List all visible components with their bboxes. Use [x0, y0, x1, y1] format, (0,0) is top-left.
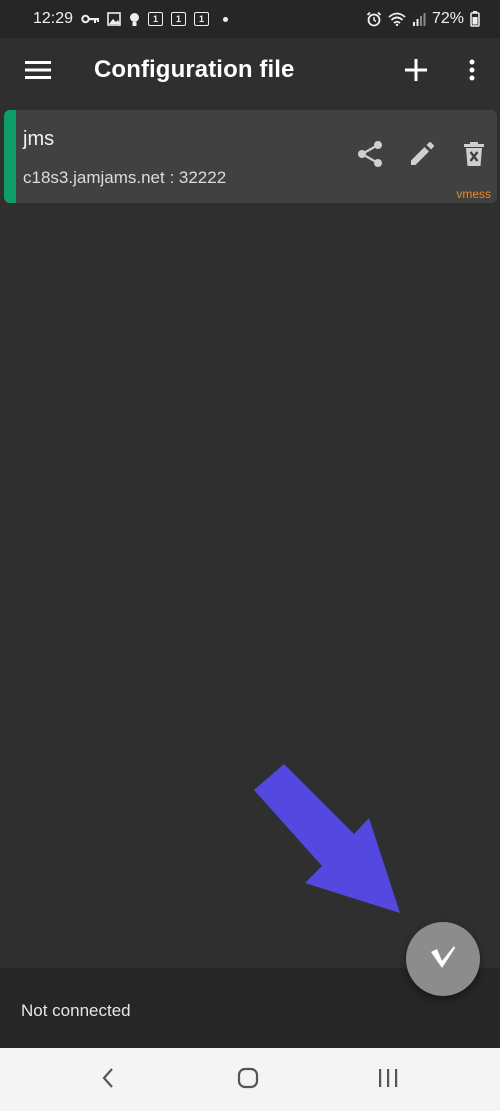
selected-indicator	[4, 110, 16, 203]
recents-icon	[377, 1068, 399, 1093]
status-bar: 12:29 1 1 1 72%	[0, 0, 500, 38]
back-icon	[101, 1067, 115, 1094]
key-icon	[81, 13, 100, 25]
back-button[interactable]	[88, 1060, 128, 1100]
signal-icon	[412, 12, 426, 26]
overflow-menu-button[interactable]	[450, 50, 494, 94]
wifi-icon	[388, 12, 406, 26]
connect-button[interactable]	[406, 922, 480, 996]
delete-icon	[464, 141, 484, 171]
v-logo-icon	[430, 945, 456, 973]
sim-icon: 1	[194, 12, 210, 26]
sim-icon: 1	[171, 12, 187, 26]
menu-button[interactable]	[16, 50, 60, 94]
plus-icon	[405, 58, 427, 86]
more-vert-icon	[469, 59, 475, 86]
edit-icon	[409, 141, 435, 172]
protocol-label: vmess	[456, 187, 491, 201]
recents-button[interactable]	[368, 1060, 408, 1100]
server-address: c18s3.jamjams.net : 32222	[23, 168, 227, 187]
app-bar: Configuration file	[0, 38, 500, 106]
delete-button[interactable]	[454, 136, 494, 176]
server-name: jms	[23, 128, 55, 150]
server-item[interactable]: jms c18s3.jamjams.net : 32222 vmess	[4, 110, 497, 203]
battery-icon	[470, 11, 480, 27]
sim-icon: 1	[148, 12, 164, 26]
share-button[interactable]	[350, 136, 390, 176]
home-icon	[237, 1067, 259, 1094]
share-icon	[357, 140, 383, 173]
bulb-icon	[129, 12, 140, 27]
connection-status-text: Not connected	[21, 1001, 131, 1020]
clock: 12:29	[33, 10, 74, 27]
annotation-arrow	[254, 764, 400, 913]
add-config-button[interactable]	[394, 50, 438, 94]
image-icon	[107, 12, 121, 26]
battery-percent: 72%	[431, 10, 464, 27]
menu-icon	[25, 60, 51, 85]
alarm-icon	[366, 11, 382, 27]
system-navigation-bar	[0, 1048, 500, 1111]
page-title: Configuration file	[94, 56, 295, 83]
edit-button[interactable]	[402, 136, 442, 176]
home-button[interactable]	[228, 1060, 268, 1100]
dot-icon	[223, 16, 229, 22]
